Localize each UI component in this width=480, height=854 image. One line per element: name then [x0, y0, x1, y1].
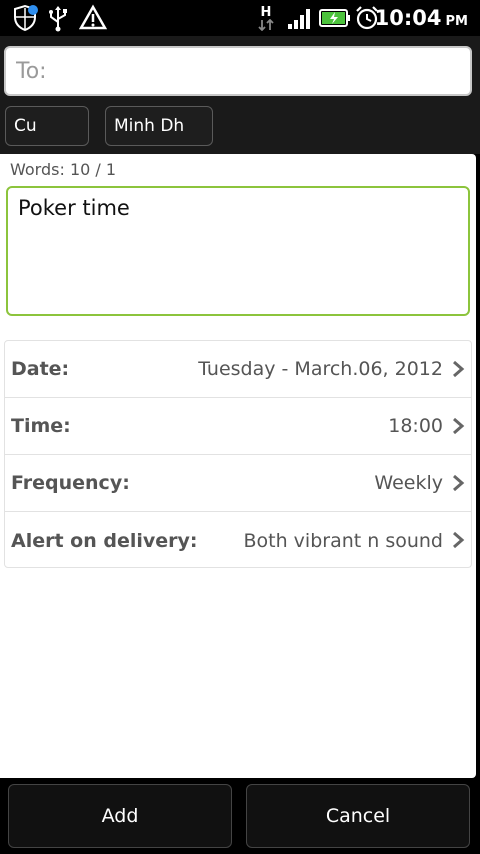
frequency-label: Frequency: [11, 472, 130, 494]
status-clock: 10:04 PM [375, 4, 468, 32]
alert-row[interactable]: Alert on delivery: Both vibrant n sound [5, 512, 471, 569]
recipient-chip[interactable]: Minh Dh Vn [105, 106, 213, 174]
shield-notification-icon [10, 4, 40, 32]
time-value: 18:00 [388, 415, 443, 437]
usb-icon [46, 4, 70, 32]
message-input[interactable]: Poker time [6, 186, 470, 316]
recipient-chip[interactable]: Cu Gung [5, 106, 89, 174]
date-label: Date: [11, 358, 70, 380]
chevron-right-icon [453, 474, 465, 492]
clock-time: 10:04 [374, 6, 442, 30]
alert-label: Alert on delivery: [11, 529, 198, 552]
compose-panel: Words: 10 / 1 Poker time Date: Tuesday -… [0, 154, 476, 778]
action-bar: Add Cancel [0, 778, 480, 854]
signal-icon [286, 4, 314, 32]
battery-charging-icon [318, 4, 352, 32]
to-input[interactable] [4, 46, 472, 96]
chevron-right-icon [453, 531, 465, 549]
schedule-settings: Date: Tuesday - March.06, 2012 Time: 18:… [4, 340, 472, 568]
status-bar: H 10:04 PM [0, 0, 480, 36]
date-row[interactable]: Date: Tuesday - March.06, 2012 [5, 341, 471, 398]
chevron-right-icon [453, 360, 465, 378]
chevron-right-icon [453, 417, 465, 435]
add-button[interactable]: Add [8, 784, 232, 848]
network-h-icon: H [254, 4, 278, 32]
cancel-button[interactable]: Cancel [246, 784, 470, 848]
clock-ampm: PM [445, 14, 468, 29]
alert-value: Both vibrant n sound [243, 529, 443, 552]
date-value: Tuesday - March.06, 2012 [198, 358, 443, 380]
frequency-value: Weekly [374, 472, 443, 494]
time-row[interactable]: Time: 18:00 [5, 398, 471, 455]
network-type-label: H [260, 4, 272, 20]
frequency-row[interactable]: Frequency: Weekly [5, 455, 471, 512]
time-label: Time: [11, 415, 71, 437]
recipient-area: Cu Gung Minh Dh Vn [0, 36, 480, 174]
warning-icon [78, 4, 108, 32]
word-count: Words: 10 / 1 [10, 160, 117, 179]
